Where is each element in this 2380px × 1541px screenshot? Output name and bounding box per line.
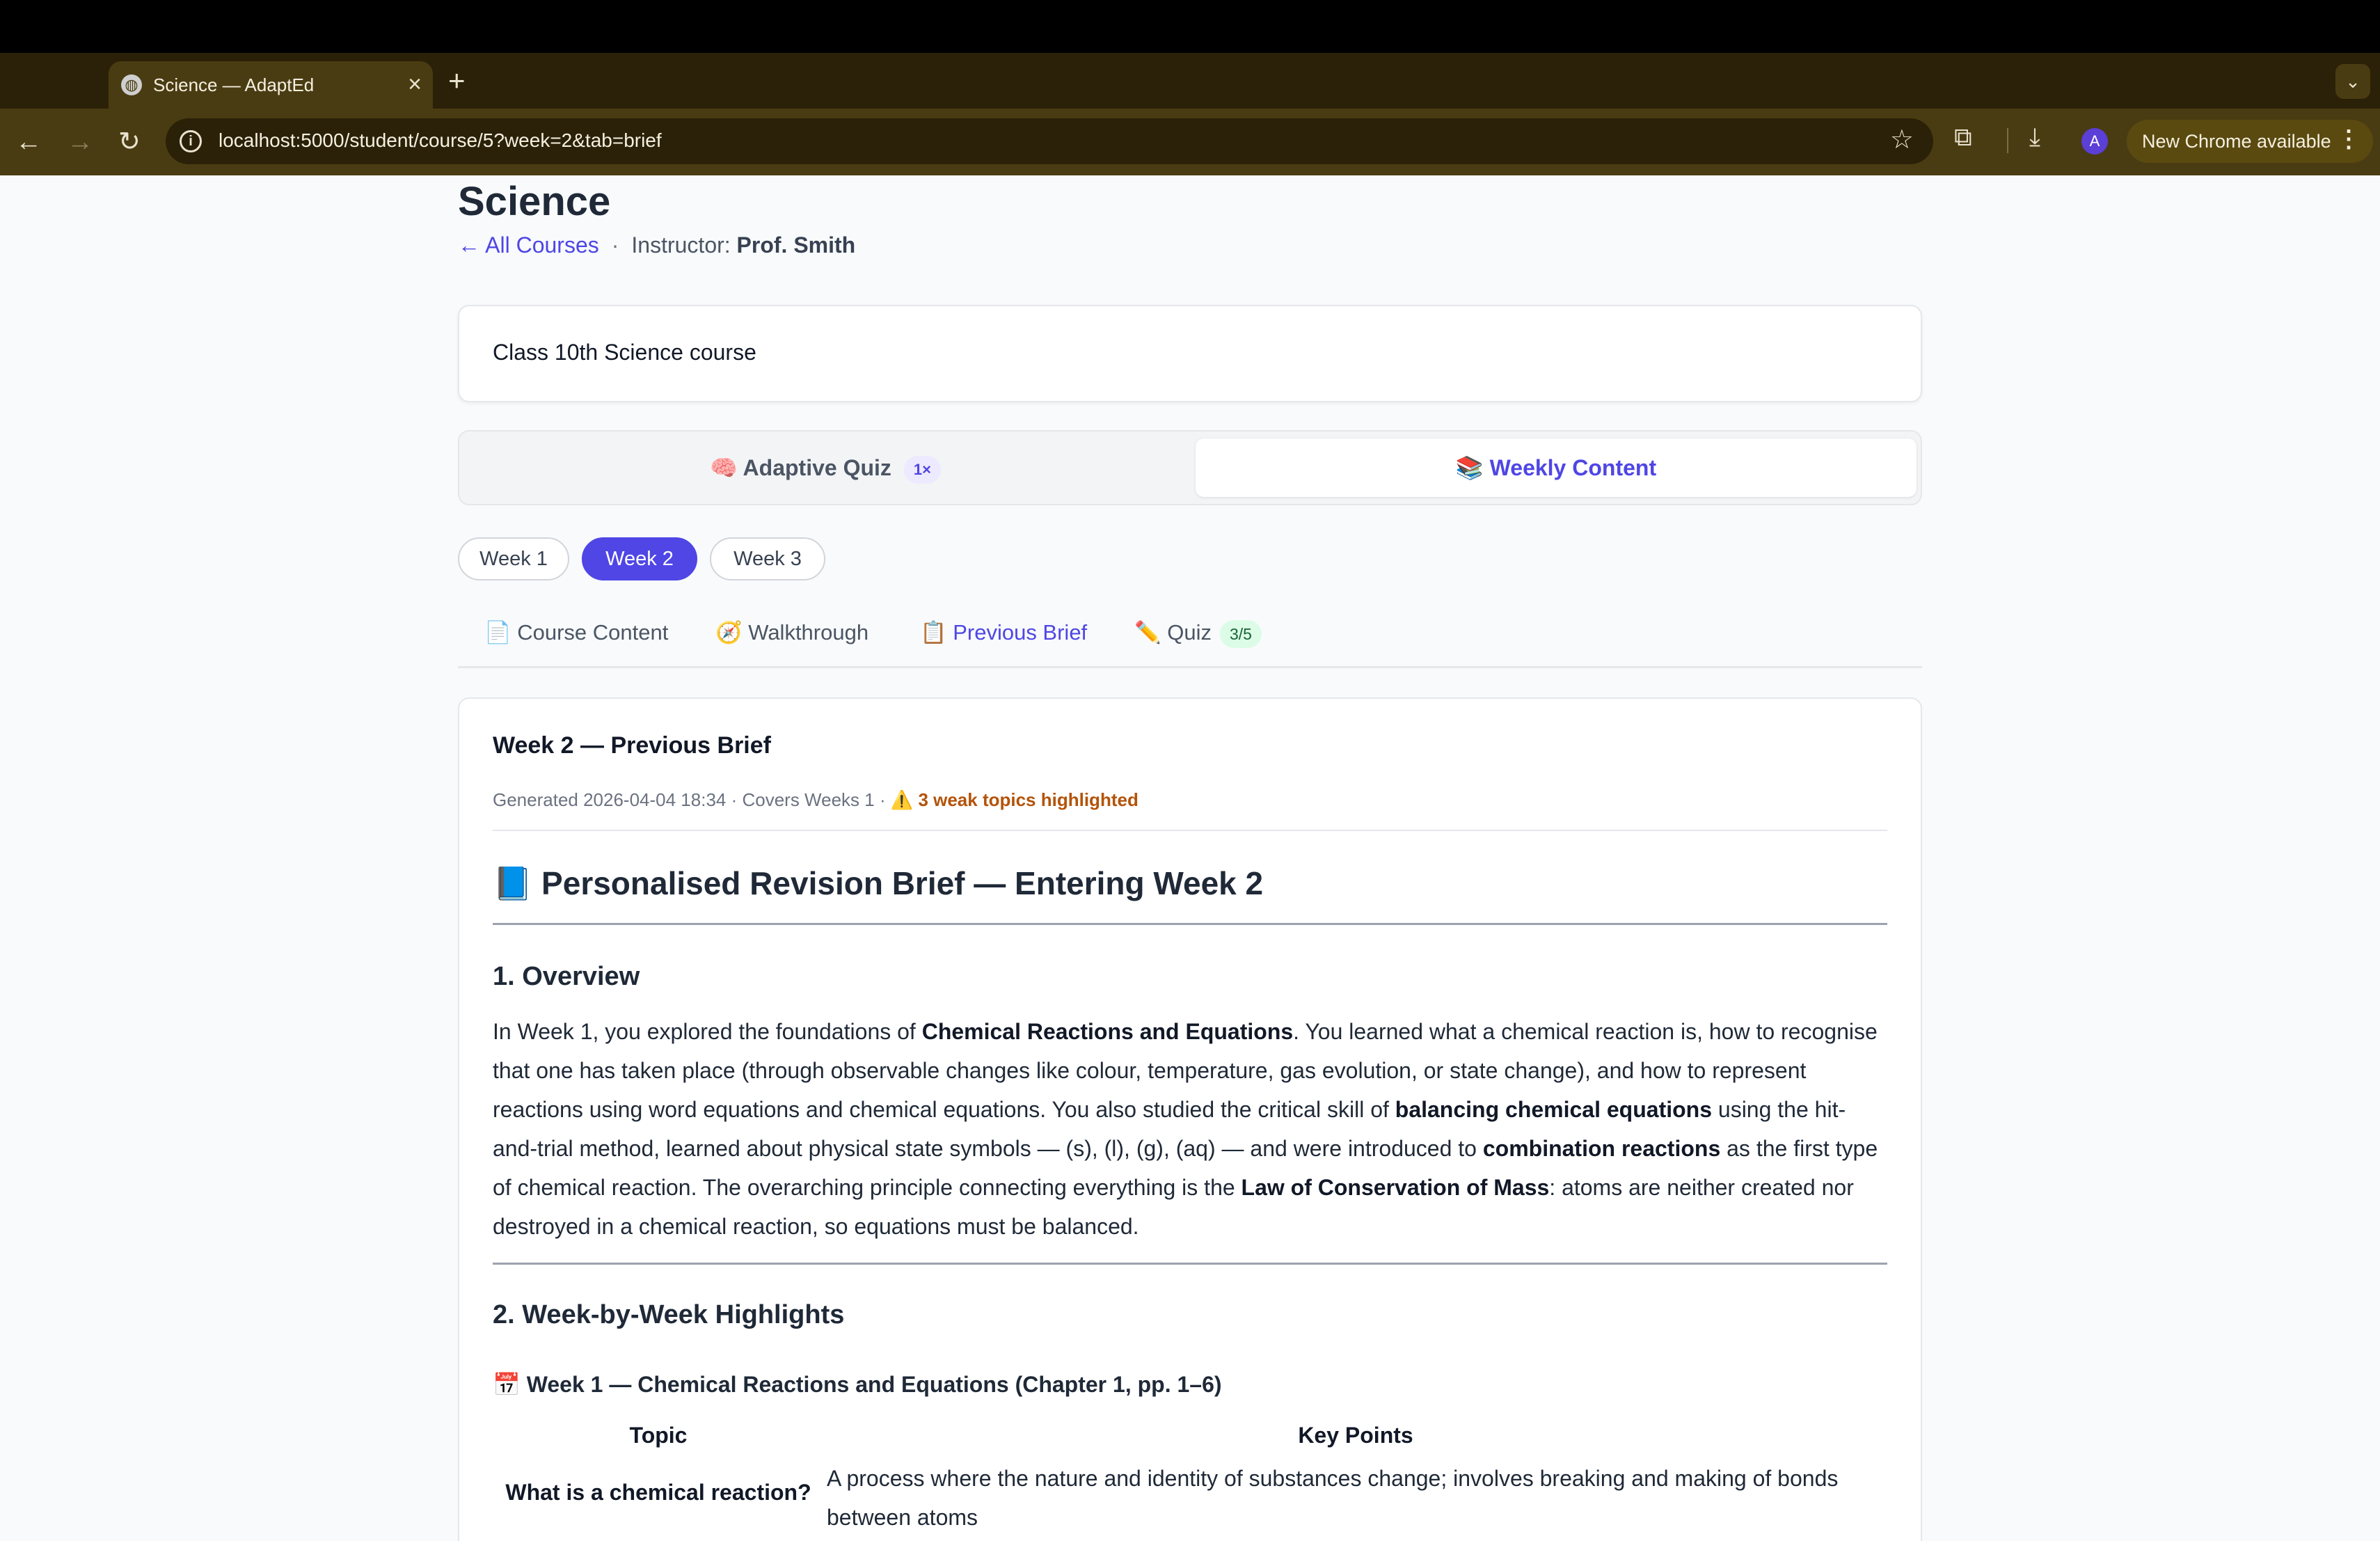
screen-top-bar bbox=[0, 0, 2380, 53]
tab-course-content[interactable]: 📄 Course Content bbox=[484, 619, 668, 645]
week-3-pill[interactable]: Week 3 bbox=[710, 537, 825, 580]
separator-dot: · bbox=[611, 232, 619, 258]
overview-text: In Week 1, you explored the foundations … bbox=[493, 1019, 922, 1044]
tab-previous-brief[interactable]: 📋 Previous Brief bbox=[920, 619, 1087, 645]
browser-tab[interactable]: ◍ Science — AdaptEd × bbox=[109, 61, 433, 109]
divider bbox=[493, 923, 1887, 925]
adaptive-quiz-tab[interactable]: 🧠 Adaptive Quiz 1× bbox=[465, 438, 1186, 497]
divider bbox=[493, 830, 1887, 831]
table-cell-key-points: A process where the nature and identity … bbox=[827, 1466, 1839, 1530]
brief-header: Week 2 — Previous Brief bbox=[493, 732, 771, 759]
section-highlights-heading: 2. Week-by-Week Highlights bbox=[493, 1300, 845, 1329]
chrome-update-button[interactable]: New Chrome available ⋮ bbox=[2127, 120, 2373, 163]
tab-search-button[interactable]: ⌄ bbox=[2335, 64, 2370, 99]
forward-button[interactable]: → bbox=[67, 125, 93, 159]
globe-icon: ◍ bbox=[121, 74, 142, 95]
adaptive-quiz-label: 🧠 Adaptive Quiz bbox=[710, 455, 891, 480]
week-subtabs: 📄 Course Content 🧭 Walkthrough 📋 Previou… bbox=[458, 614, 1922, 668]
section-overview-heading: 1. Overview bbox=[493, 962, 640, 991]
new-tab-button[interactable]: + bbox=[448, 61, 466, 100]
instructor-name: Prof. Smith bbox=[736, 232, 856, 258]
weak-topics-badge: ⚠️ 3 weak topics highlighted bbox=[890, 789, 1139, 810]
table-header-key-points: Key Points bbox=[1298, 1423, 1413, 1448]
divider bbox=[493, 1263, 1887, 1265]
profile-avatar[interactable]: A bbox=[2081, 128, 2108, 155]
address-bar[interactable]: i localhost:5000/student/course/5?week=2… bbox=[166, 118, 1933, 164]
brief-meta: Generated 2026-04-04 18:34 · Covers Week… bbox=[493, 789, 1139, 811]
toolbar-divider bbox=[2007, 128, 2008, 153]
week-1-heading: 📅 Week 1 — Chemical Reactions and Equati… bbox=[493, 1372, 1222, 1397]
overview-paragraph: In Week 1, you explored the foundations … bbox=[493, 1012, 1887, 1246]
weekly-content-label: 📚 Weekly Content bbox=[1455, 455, 1657, 480]
brief-generated-info: Generated 2026-04-04 18:34 · Covers Week… bbox=[493, 789, 891, 810]
tab-title: Science — AdaptEd bbox=[153, 74, 315, 95]
all-courses-link[interactable]: ← All Courses bbox=[458, 232, 599, 258]
overview-bold: Chemical Reactions and Equations bbox=[921, 1019, 1294, 1044]
table-header-topic: Topic bbox=[629, 1423, 688, 1448]
course-description: Class 10th Science course bbox=[493, 340, 756, 365]
brief-card: Week 2 — Previous Brief Generated 2026-0… bbox=[458, 697, 1922, 1541]
overview-bold: combination reactions bbox=[1482, 1136, 1721, 1161]
bookmark-star-icon[interactable]: ☆ bbox=[1890, 124, 1914, 155]
tab-walkthrough[interactable]: 🧭 Walkthrough bbox=[715, 619, 868, 645]
course-description-card: Class 10th Science course bbox=[458, 305, 1922, 402]
page: Science ← All Courses · Instructor: Prof. … bbox=[0, 175, 2380, 1541]
menu-kebab-icon[interactable]: ⋮ bbox=[2337, 125, 2361, 153]
reload-button[interactable]: ↻ bbox=[118, 125, 141, 159]
tab-close-icon[interactable]: × bbox=[408, 70, 422, 98]
url-text[interactable]: localhost:5000/student/course/5?week=2&t… bbox=[219, 129, 662, 152]
week-1-pill[interactable]: Week 1 bbox=[458, 537, 569, 580]
weekly-content-tab[interactable]: 📚 Weekly Content bbox=[1196, 438, 1917, 497]
overview-bold: balancing chemical equations bbox=[1395, 1097, 1712, 1122]
page-title: Science bbox=[458, 179, 611, 224]
update-label: New Chrome available bbox=[2142, 131, 2331, 152]
download-icon[interactable]: ⤓ bbox=[2029, 123, 2040, 152]
course-subline: ← All Courses · Instructor: Prof. Smith bbox=[458, 232, 855, 258]
site-info-icon[interactable]: i bbox=[180, 130, 202, 152]
week-2-pill[interactable]: Week 2 bbox=[582, 537, 697, 580]
tab-quiz[interactable]: ✏️ Quiz 3/5 bbox=[1134, 619, 1262, 648]
table-cell-topic: What is a chemical reaction? bbox=[505, 1480, 811, 1505]
back-button[interactable]: ← bbox=[15, 125, 42, 159]
quiz-tab-label: ✏️ Quiz bbox=[1134, 620, 1212, 645]
instructor-label: Instructor: bbox=[631, 232, 731, 258]
mode-toggle: 🧠 Adaptive Quiz 1× 📚 Weekly Content bbox=[458, 430, 1922, 505]
quiz-score-badge: 3/5 bbox=[1219, 619, 1262, 648]
quiz-multiplier-badge: 1× bbox=[903, 455, 941, 484]
overview-bold: Law of Conservation of Mass bbox=[1241, 1175, 1550, 1200]
extensions-icon[interactable]: ⧉ bbox=[1954, 123, 1972, 152]
brief-title: 📘 Personalised Revision Brief — Entering… bbox=[493, 865, 1264, 901]
